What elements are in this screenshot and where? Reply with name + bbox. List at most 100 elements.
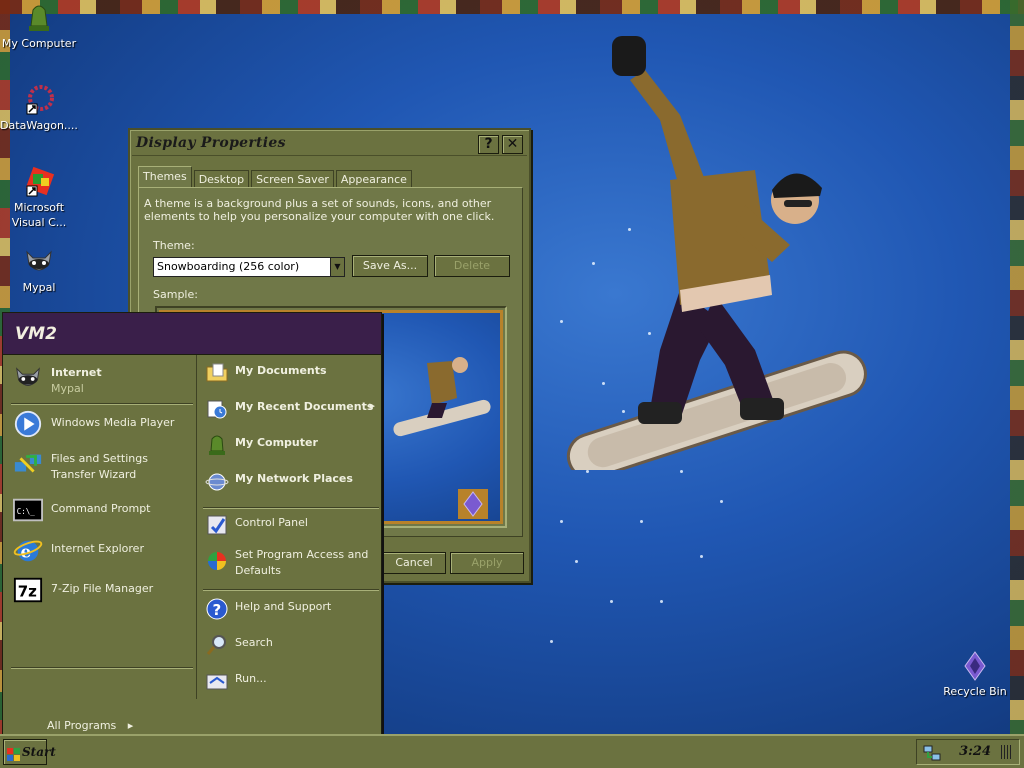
search-icon xyxy=(205,633,229,657)
start-item-command-prompt[interactable]: C:\_ Command Prompt xyxy=(11,493,195,527)
start-item-help-and-support[interactable]: ? Help and Support xyxy=(205,595,381,627)
start-item-search[interactable]: Search xyxy=(205,631,381,663)
user-name: VM2 xyxy=(15,324,57,344)
control-panel-icon xyxy=(205,513,229,537)
title-bar[interactable]: Display Properties ? ✕ xyxy=(132,132,527,156)
sample-label: Sample: xyxy=(153,288,198,301)
sample-snowboarder-image xyxy=(393,357,491,437)
cancel-button[interactable]: Cancel xyxy=(382,552,446,574)
start-item-transfer-wizard[interactable]: Files and Settings Transfer Wizard xyxy=(11,447,195,487)
system-tray: 3:24 xyxy=(916,739,1020,765)
start-item-label: Internet Explorer xyxy=(51,542,144,555)
desktop-icon-my-computer[interactable]: My Computer xyxy=(0,2,78,51)
all-programs-button[interactable]: All Programs ▸ xyxy=(47,719,133,732)
delete-button[interactable]: Delete xyxy=(434,255,510,277)
help-icon: ? xyxy=(205,597,229,621)
tab-desktop[interactable]: Desktop xyxy=(193,170,250,188)
svg-text:?: ? xyxy=(213,601,222,619)
visual-studio-icon xyxy=(23,166,55,198)
desktop-icon-datawagon[interactable]: DataWagon.... xyxy=(0,84,78,133)
separator xyxy=(203,589,379,590)
start-item-label: 7-Zip File Manager xyxy=(51,582,154,595)
start-item-internet[interactable]: Internet Mypal xyxy=(11,361,195,395)
my-computer-icon xyxy=(23,2,55,34)
start-item-7zip[interactable]: 7z 7-Zip File Manager xyxy=(11,573,195,607)
windows-logo-icon xyxy=(7,746,21,768)
recycle-bin-icon xyxy=(959,650,991,682)
start-item-label: Help and Support xyxy=(235,600,332,613)
start-menu-left-pane: Internet Mypal Windows Media Player Files… xyxy=(3,355,197,732)
datawagon-icon xyxy=(23,84,55,116)
start-item-label: Run... xyxy=(235,672,267,685)
window-title: Display Properties xyxy=(136,135,286,151)
recent-documents-icon xyxy=(205,397,229,421)
apply-button[interactable]: Apply xyxy=(450,552,524,574)
start-item-label: Search xyxy=(235,636,273,649)
start-item-title: Internet xyxy=(51,366,102,379)
chevron-right-icon: ▸ xyxy=(369,399,375,412)
chevron-down-icon[interactable]: ▼ xyxy=(330,258,344,276)
sample-recycle-bin-icon xyxy=(458,489,488,519)
tab-screen-saver[interactable]: Screen Saver xyxy=(251,170,334,188)
close-button[interactable]: ✕ xyxy=(502,135,523,154)
chevron-right-icon: ▸ xyxy=(127,719,134,732)
taskbar: Start 3:24 xyxy=(0,734,1024,768)
volume-tray-icon[interactable] xyxy=(1001,745,1013,759)
start-menu: VM2 Internet Mypal Windows Media Player F… xyxy=(2,312,382,736)
start-item-label: My Computer xyxy=(235,436,318,449)
desktop-icon-recycle-bin[interactable]: Recycle Bin xyxy=(936,650,1014,699)
wallpaper-frame-top xyxy=(0,0,1024,14)
start-button[interactable]: Start xyxy=(3,739,56,768)
media-player-icon xyxy=(13,409,45,441)
network-tray-icon[interactable] xyxy=(923,744,941,765)
command-prompt-icon: C:\_ xyxy=(13,495,45,527)
transfer-wizard-icon xyxy=(13,449,45,481)
internet-explorer-icon: e xyxy=(13,535,45,567)
program-access-icon xyxy=(205,549,229,573)
start-item-label: My Network Places xyxy=(235,472,353,485)
svg-text:C:\_: C:\_ xyxy=(17,507,36,516)
network-places-icon xyxy=(205,469,229,493)
start-item-run[interactable]: Run... xyxy=(205,667,381,699)
desktop-icon-visual-studio[interactable]: Microsoft Visual C... xyxy=(0,166,78,230)
theme-select[interactable]: Snowboarding (256 color) ▼ xyxy=(153,257,345,277)
separator xyxy=(203,507,379,508)
separator xyxy=(11,403,193,404)
help-button[interactable]: ? xyxy=(478,135,499,154)
mypal-icon xyxy=(23,246,55,278)
snowboarder-wallpaper-image xyxy=(566,36,867,470)
start-item-label: Command Prompt xyxy=(51,502,151,515)
start-item-program-access[interactable]: Set Program Access and Defaults xyxy=(205,543,381,583)
clock[interactable]: 3:24 xyxy=(959,744,991,759)
start-item-my-documents[interactable]: My Documents xyxy=(205,359,381,391)
my-documents-icon xyxy=(205,361,229,385)
wallpaper-frame-right xyxy=(1010,0,1024,734)
start-item-my-computer[interactable]: My Computer xyxy=(205,431,381,463)
start-label: Start xyxy=(22,745,56,759)
tab-themes[interactable]: Themes xyxy=(138,166,192,188)
start-item-my-recent-documents[interactable]: My Recent Documents ▸ xyxy=(205,395,381,427)
start-item-control-panel[interactable]: Control Panel xyxy=(205,511,381,543)
run-icon xyxy=(205,669,229,693)
start-item-label: My Recent Documents xyxy=(235,400,374,413)
theme-label: Theme: xyxy=(153,239,195,252)
all-programs-label: All Programs xyxy=(47,719,117,732)
mypal-icon xyxy=(13,363,45,395)
tab-strip: Themes Desktop Screen Saver Appearance xyxy=(138,166,414,188)
start-item-label: My Documents xyxy=(235,364,327,377)
desktop-icon-mypal[interactable]: Mypal xyxy=(0,246,78,295)
start-menu-header: VM2 xyxy=(3,313,381,355)
start-menu-right-pane: My Documents My Recent Documents ▸ My Co… xyxy=(199,355,381,699)
start-item-label: Set Program Access and Defaults xyxy=(235,548,369,577)
tab-appearance[interactable]: Appearance xyxy=(335,170,412,188)
separator xyxy=(11,667,193,668)
start-item-internet-explorer[interactable]: e Internet Explorer xyxy=(11,533,195,567)
start-item-label: Control Panel xyxy=(235,516,308,529)
save-as-button[interactable]: Save As... xyxy=(352,255,428,277)
start-item-my-network-places[interactable]: My Network Places xyxy=(205,467,381,499)
start-item-windows-media-player[interactable]: Windows Media Player xyxy=(11,407,195,441)
themes-description: A theme is a background plus a set of so… xyxy=(144,197,495,223)
seven-zip-icon: 7z xyxy=(13,575,45,607)
theme-select-value: Snowboarding (256 color) xyxy=(157,260,300,273)
svg-text:7z: 7z xyxy=(18,583,37,601)
